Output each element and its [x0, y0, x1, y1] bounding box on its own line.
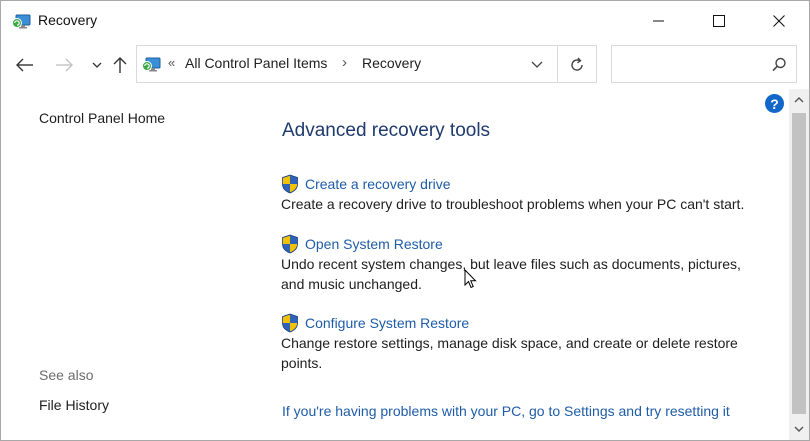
scroll-up-button[interactable] — [789, 89, 809, 111]
tool-configure-system-restore: Configure System Restore Change restore … — [281, 313, 781, 373]
refresh-icon — [571, 57, 583, 71]
recent-locations-button[interactable] — [85, 53, 109, 77]
description-line: Create a recovery drive to troubleshoot … — [281, 196, 745, 212]
configure-system-restore-description: Change restore settings, manage disk spa… — [281, 334, 781, 373]
create-recovery-drive-link[interactable]: Create a recovery drive — [281, 174, 781, 194]
description-line: Change restore settings, manage disk spa… — [281, 335, 738, 351]
search-box[interactable] — [611, 45, 797, 83]
title-bar[interactable]: Recovery — [1, 1, 809, 41]
breadcrumb-all-control-panel-items[interactable]: All Control Panel Items — [185, 55, 327, 71]
reset-pc-settings-link[interactable]: If you're having problems with your PC, … — [282, 403, 730, 419]
open-system-restore-link[interactable]: Open System Restore — [281, 234, 781, 254]
tool-open-system-restore: Open System Restore Undo recent system c… — [281, 234, 781, 294]
content-area: Control Panel Home See also File History… — [1, 89, 809, 440]
create-recovery-drive-link-text[interactable]: Create a recovery drive — [305, 176, 451, 192]
recovery-control-panel-icon — [142, 57, 161, 72]
uac-shield-icon — [282, 313, 298, 333]
file-history-link[interactable]: File History — [39, 397, 109, 413]
open-system-restore-description: Undo recent system changes, but leave fi… — [281, 255, 781, 294]
recovery-window: Recovery « All Control Panel Items › Rec… — [0, 0, 810, 441]
minimize-button[interactable] — [629, 1, 689, 41]
uac-shield-icon — [282, 174, 298, 194]
back-button[interactable] — [13, 53, 37, 77]
maximize-button[interactable] — [689, 1, 749, 41]
scroll-down-button[interactable] — [789, 418, 809, 440]
see-also-label: See also — [39, 367, 94, 383]
up-button[interactable] — [108, 53, 132, 77]
configure-system-restore-link[interactable]: Configure System Restore — [281, 313, 781, 333]
minimize-icon — [653, 20, 664, 22]
vertical-scrollbar[interactable] — [789, 89, 809, 440]
address-dropdown-button[interactable] — [527, 54, 547, 74]
chevron-down-icon — [794, 426, 804, 432]
left-pane: Control Panel Home See also File History — [1, 89, 251, 440]
search-input[interactable] — [616, 50, 770, 80]
search-icon[interactable] — [770, 56, 788, 74]
control-panel-home-link[interactable]: Control Panel Home — [39, 110, 165, 126]
chevron-down-icon — [531, 61, 543, 68]
close-button[interactable] — [749, 1, 809, 41]
tool-create-recovery-drive: Create a recovery drive Create a recover… — [281, 174, 781, 215]
forward-button[interactable] — [52, 53, 76, 77]
scroll-thumb[interactable] — [792, 113, 806, 414]
address-bar[interactable]: « All Control Panel Items › Recovery — [136, 45, 597, 83]
address-overflow-chevrons[interactable]: « — [168, 55, 175, 70]
page-title: Advanced recovery tools — [282, 120, 491, 141]
recovery-control-panel-icon — [12, 14, 31, 29]
forward-arrow-icon — [56, 58, 73, 72]
chevron-up-icon — [794, 97, 804, 103]
open-system-restore-link-text[interactable]: Open System Restore — [305, 236, 443, 252]
refresh-button[interactable] — [565, 53, 589, 77]
up-arrow-icon — [113, 57, 127, 73]
window-title: Recovery — [38, 12, 98, 28]
maximize-icon — [713, 15, 725, 27]
description-line: points. — [281, 354, 323, 371]
address-divider — [557, 46, 558, 82]
uac-shield-icon — [282, 234, 298, 254]
close-icon — [773, 15, 785, 27]
breadcrumb-separator[interactable]: › — [342, 54, 347, 71]
description-line: and music unchanged. — [281, 275, 422, 292]
main-pane: Advanced recovery tools Create a recover… — [281, 89, 786, 440]
navigation-bar: « All Control Panel Items › Recovery — [1, 41, 809, 89]
create-recovery-drive-description: Create a recovery drive to troubleshoot … — [281, 195, 781, 215]
back-arrow-icon — [16, 58, 33, 72]
breadcrumb-recovery[interactable]: Recovery — [362, 55, 421, 71]
description-line: Undo recent system changes, but leave fi… — [281, 256, 741, 272]
configure-system-restore-link-text[interactable]: Configure System Restore — [305, 315, 469, 331]
help-button[interactable]: ? — [765, 94, 784, 113]
chevron-down-icon — [92, 62, 102, 68]
